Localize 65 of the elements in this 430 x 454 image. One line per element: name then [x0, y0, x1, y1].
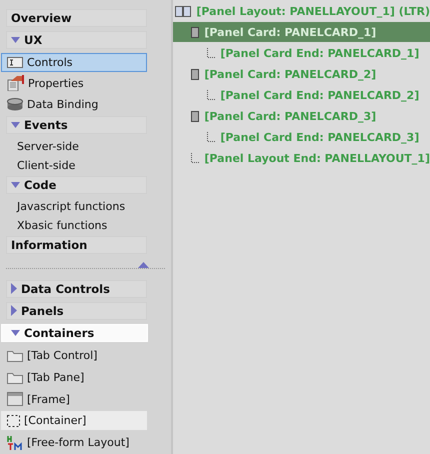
panel-layout-icon — [175, 6, 192, 16]
htm-icon — [7, 435, 23, 450]
section-title: Data Controls — [21, 282, 110, 296]
text-field-icon — [7, 56, 23, 68]
nav-item[interactable]: Server-side — [6, 138, 148, 155]
nav-item-label: Controls — [27, 56, 72, 69]
tree-connector-icon — [191, 153, 200, 163]
nav-item[interactable]: [Container] — [1, 411, 148, 430]
nav-item[interactable]: Controls — [1, 53, 148, 72]
section-title: Code — [24, 178, 56, 192]
section-header[interactable]: Panels — [6, 302, 148, 320]
nav-item-label: [Frame] — [27, 392, 70, 406]
section-header[interactable]: Overview — [6, 9, 148, 27]
tree-connector-icon — [207, 48, 216, 58]
dashed-box-icon — [7, 414, 20, 427]
folder-icon — [7, 370, 23, 384]
section-header[interactable]: Containers — [1, 324, 148, 342]
nav-item[interactable]: [Tab Control] — [1, 346, 148, 365]
tree-node-label: [Panel Layout End: PANELLAYOUT_1] — [204, 152, 430, 164]
tree-node-label: [Panel Card End: PANELCARD_2] — [220, 88, 420, 102]
section-header[interactable]: Information — [6, 236, 148, 254]
expanded-arrow-icon[interactable] — [11, 122, 20, 128]
collapsed-arrow-icon[interactable] — [11, 305, 17, 316]
nav-item[interactable]: Properties — [1, 74, 148, 93]
panel-card-icon — [191, 68, 200, 80]
panel-card-icon — [191, 110, 200, 122]
section-title: UX — [24, 33, 42, 47]
tree-node-label: [Panel Layout: PANELLAYOUT_1] (LTR) — [196, 4, 430, 18]
expanded-arrow-icon[interactable] — [11, 37, 20, 43]
nav-item[interactable]: [Tab Pane] — [1, 368, 148, 387]
nav-item[interactable]: Client-side — [6, 156, 148, 174]
nav-item[interactable]: [Free-form Layout] — [1, 433, 148, 452]
nav-item-label: [Container] — [24, 414, 86, 428]
tree-node-label: [Panel Card: PANELCARD_3] — [204, 110, 376, 122]
collapse-up-icon[interactable] — [138, 262, 150, 268]
tree-node-label: [Panel Card End: PANELCARD_1] — [220, 46, 420, 60]
section-header[interactable]: Code — [6, 176, 148, 194]
database-icon — [7, 98, 23, 111]
section-header[interactable]: UX — [6, 31, 148, 49]
nav-item-label: Data Binding — [27, 98, 98, 111]
nav-item[interactable]: [Frame] — [1, 390, 148, 408]
section-title: Panels — [21, 304, 64, 318]
expanded-arrow-icon[interactable] — [11, 182, 20, 188]
tree-connector-icon — [207, 90, 216, 100]
section-title: Events — [24, 118, 68, 132]
nav-item[interactable]: Xbasic functions — [6, 217, 148, 234]
collapsed-arrow-icon[interactable] — [11, 283, 17, 294]
nav-item[interactable]: Data Binding — [1, 94, 148, 114]
tree-node-label: [Panel Card End: PANELCARD_3] — [220, 130, 420, 144]
folder-icon — [7, 348, 23, 362]
tree-connector-icon — [207, 132, 216, 142]
tree-node-label: [Panel Card: PANELCARD_2] — [204, 68, 376, 80]
expanded-arrow-icon[interactable] — [11, 330, 20, 336]
nav-item-label: Properties — [28, 76, 84, 90]
nav-item-label: [Free-form Layout] — [27, 436, 130, 450]
panel-card-icon — [191, 26, 200, 38]
frame-icon — [7, 392, 23, 406]
section-header[interactable]: Data Controls — [6, 280, 148, 298]
nav-item-label: [Tab Pane] — [27, 370, 84, 384]
section-title: Containers — [24, 326, 94, 340]
nav-item[interactable]: Javascript functions — [6, 198, 148, 215]
properties-icon — [7, 75, 24, 92]
section-header[interactable]: Events — [6, 116, 148, 134]
tree-node-label: [Panel Card: PANELCARD_1] — [204, 26, 376, 38]
nav-item-label: [Tab Control] — [27, 348, 98, 362]
